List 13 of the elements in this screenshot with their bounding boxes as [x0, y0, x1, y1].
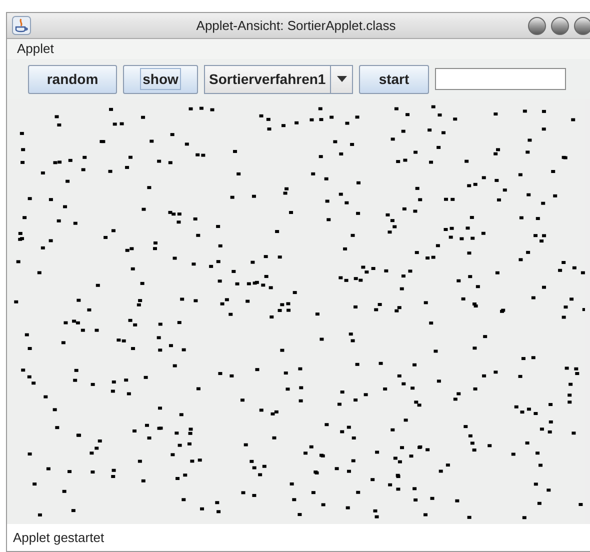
window-control-button[interactable] [528, 17, 546, 35]
toolbar-button[interactable]: start [359, 64, 429, 94]
input-field[interactable] [435, 68, 566, 90]
dropdown-arrow-icon [336, 76, 346, 82]
java-cup-icon [12, 16, 31, 35]
window-control-button[interactable] [574, 17, 590, 35]
status-text: Applet gestartet [13, 528, 104, 547]
toolbar-button[interactable]: show [123, 64, 198, 94]
menu-item[interactable]: Applet [17, 39, 54, 59]
toolbar-button[interactable]: random [28, 64, 117, 94]
window-title: Applet-Ansicht: SortierApplet.class [196, 16, 396, 35]
sort-method-dropdown[interactable]: Sortierverfahren1 [204, 64, 353, 94]
window-control-button[interactable] [551, 17, 569, 35]
